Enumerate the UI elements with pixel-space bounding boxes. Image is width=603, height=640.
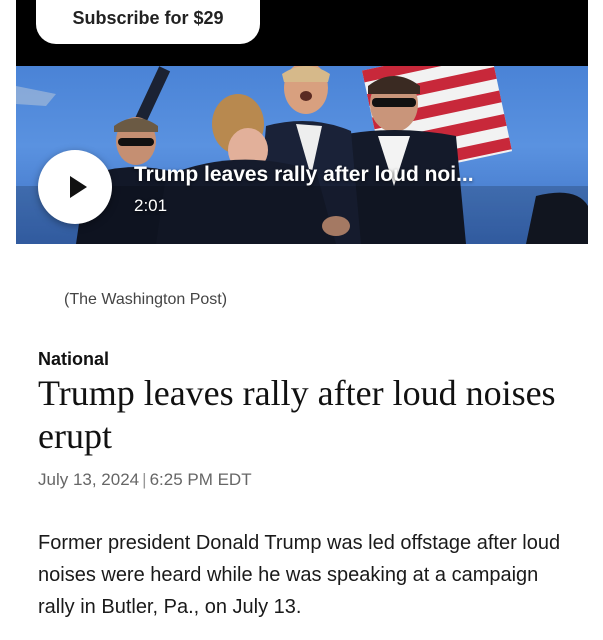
- subscribe-button[interactable]: Subscribe for $29: [36, 0, 260, 44]
- video-duration: 2:01: [134, 196, 168, 215]
- article-lead: Former president Donald Trump was led of…: [38, 532, 561, 618]
- video-player[interactable]: Trump leaves rally after loud noi... 2:0…: [16, 66, 588, 244]
- photo-credit: (The Washington Post): [64, 291, 228, 308]
- video-thumbnail: [16, 66, 588, 244]
- play-icon: [69, 176, 87, 198]
- article-time: 6:25 PM EDT: [149, 470, 252, 489]
- section-label[interactable]: National: [38, 349, 109, 370]
- article-dateline: July 13, 2024 | 6:25 PM EDT: [38, 470, 252, 490]
- play-button[interactable]: [38, 150, 112, 224]
- article-date: July 13, 2024: [38, 470, 140, 489]
- date-separator: |: [142, 470, 147, 489]
- video-title[interactable]: Trump leaves rally after loud noi...: [134, 163, 474, 187]
- article-headline: Trump leaves rally after loud noises eru…: [38, 373, 556, 456]
